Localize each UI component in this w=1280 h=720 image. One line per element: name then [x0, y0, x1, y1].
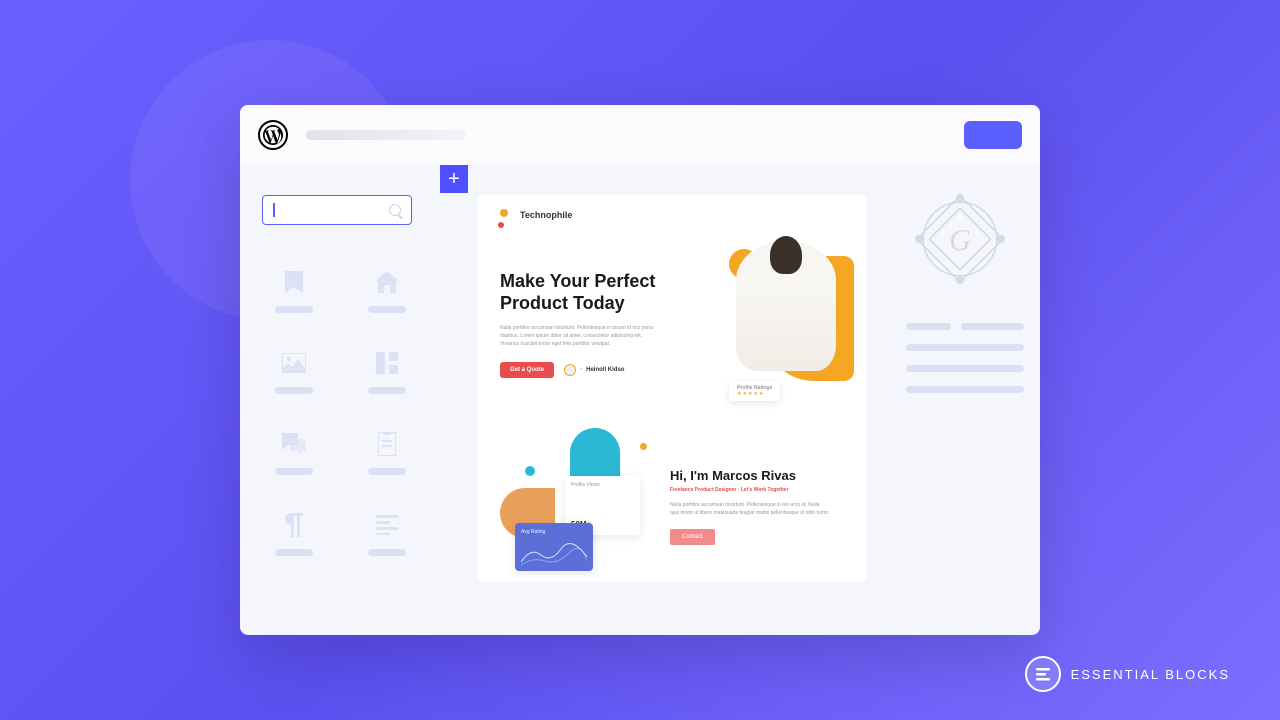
editor-header	[240, 105, 1040, 165]
svg-text:G: G	[949, 223, 971, 257]
bookmark-icon	[282, 270, 306, 294]
essential-blocks-icon	[1025, 656, 1061, 692]
settings-panel: G	[890, 165, 1040, 635]
search-input[interactable]	[262, 195, 412, 225]
align-icon	[375, 513, 399, 537]
brand-row: Technophile	[500, 209, 844, 221]
gutenberg-logo-icon: G	[906, 185, 1014, 293]
add-block-button[interactable]: +	[440, 165, 468, 193]
block-layout[interactable]	[355, 351, 418, 394]
block-image[interactable]	[262, 351, 325, 394]
setting-placeholder	[906, 386, 1024, 393]
block-align[interactable]	[355, 513, 418, 556]
hero-description: Nulla porttitor accumsan tincidunt. Pell…	[500, 324, 660, 348]
image-icon	[282, 351, 306, 375]
editor-window: +	[240, 105, 1040, 635]
clipboard-icon	[375, 432, 399, 456]
footer-brand-text: ESSENTIAL BLOCKS	[1071, 667, 1230, 682]
editor-canvas[interactable]: Technophile Make Your Perfect Product To…	[440, 165, 890, 635]
rating-box: Profile Ratings ★★★★★	[729, 381, 780, 401]
search-icon	[389, 204, 401, 216]
setting-placeholder	[906, 365, 1024, 372]
avatar-icon	[564, 364, 576, 376]
intro-heading: Hi, I'm Marcos Rivas	[670, 468, 844, 483]
footer-brand: ESSENTIAL BLOCKS	[1025, 656, 1230, 692]
setting-placeholder	[906, 323, 951, 330]
paragraph-icon	[282, 513, 306, 537]
block-home[interactable]	[355, 270, 418, 313]
block-clipboard[interactable]	[355, 432, 418, 475]
hero-title: Make Your Perfect Product Today	[500, 271, 670, 314]
contact-button[interactable]: Contact	[670, 529, 715, 545]
template-preview: Technophile Make Your Perfect Product To…	[478, 195, 866, 582]
hero-image: Profile Ratings ★★★★★	[699, 241, 854, 391]
block-paragraph[interactable]	[262, 513, 325, 556]
layout-icon	[375, 351, 399, 375]
wordpress-logo-icon[interactable]	[258, 120, 288, 150]
chat-icon	[282, 432, 306, 456]
publish-button[interactable]	[964, 121, 1022, 149]
setting-placeholder	[961, 323, 1024, 330]
author-badge: • Heinoll Kidso	[564, 364, 624, 376]
intro-subtitle: Freelance Product Designer · Let's Work …	[670, 487, 844, 493]
block-chat[interactable]	[262, 432, 325, 475]
stats-visual: Profile Views 50M+ Avg Rating	[500, 458, 650, 568]
title-placeholder	[306, 130, 466, 140]
line-chart-card: Avg Rating	[515, 523, 593, 571]
block-bookmark[interactable]	[262, 270, 325, 313]
cta-button[interactable]: Get a Quote	[500, 362, 554, 378]
setting-placeholder	[906, 344, 1024, 351]
block-inserter-panel	[240, 165, 440, 635]
home-icon	[375, 270, 399, 294]
bar-chart	[571, 492, 634, 516]
brand-name: Technophile	[520, 210, 572, 220]
intro-description: Nulla porttitor accumsan tincidunt. Pell…	[670, 501, 830, 517]
